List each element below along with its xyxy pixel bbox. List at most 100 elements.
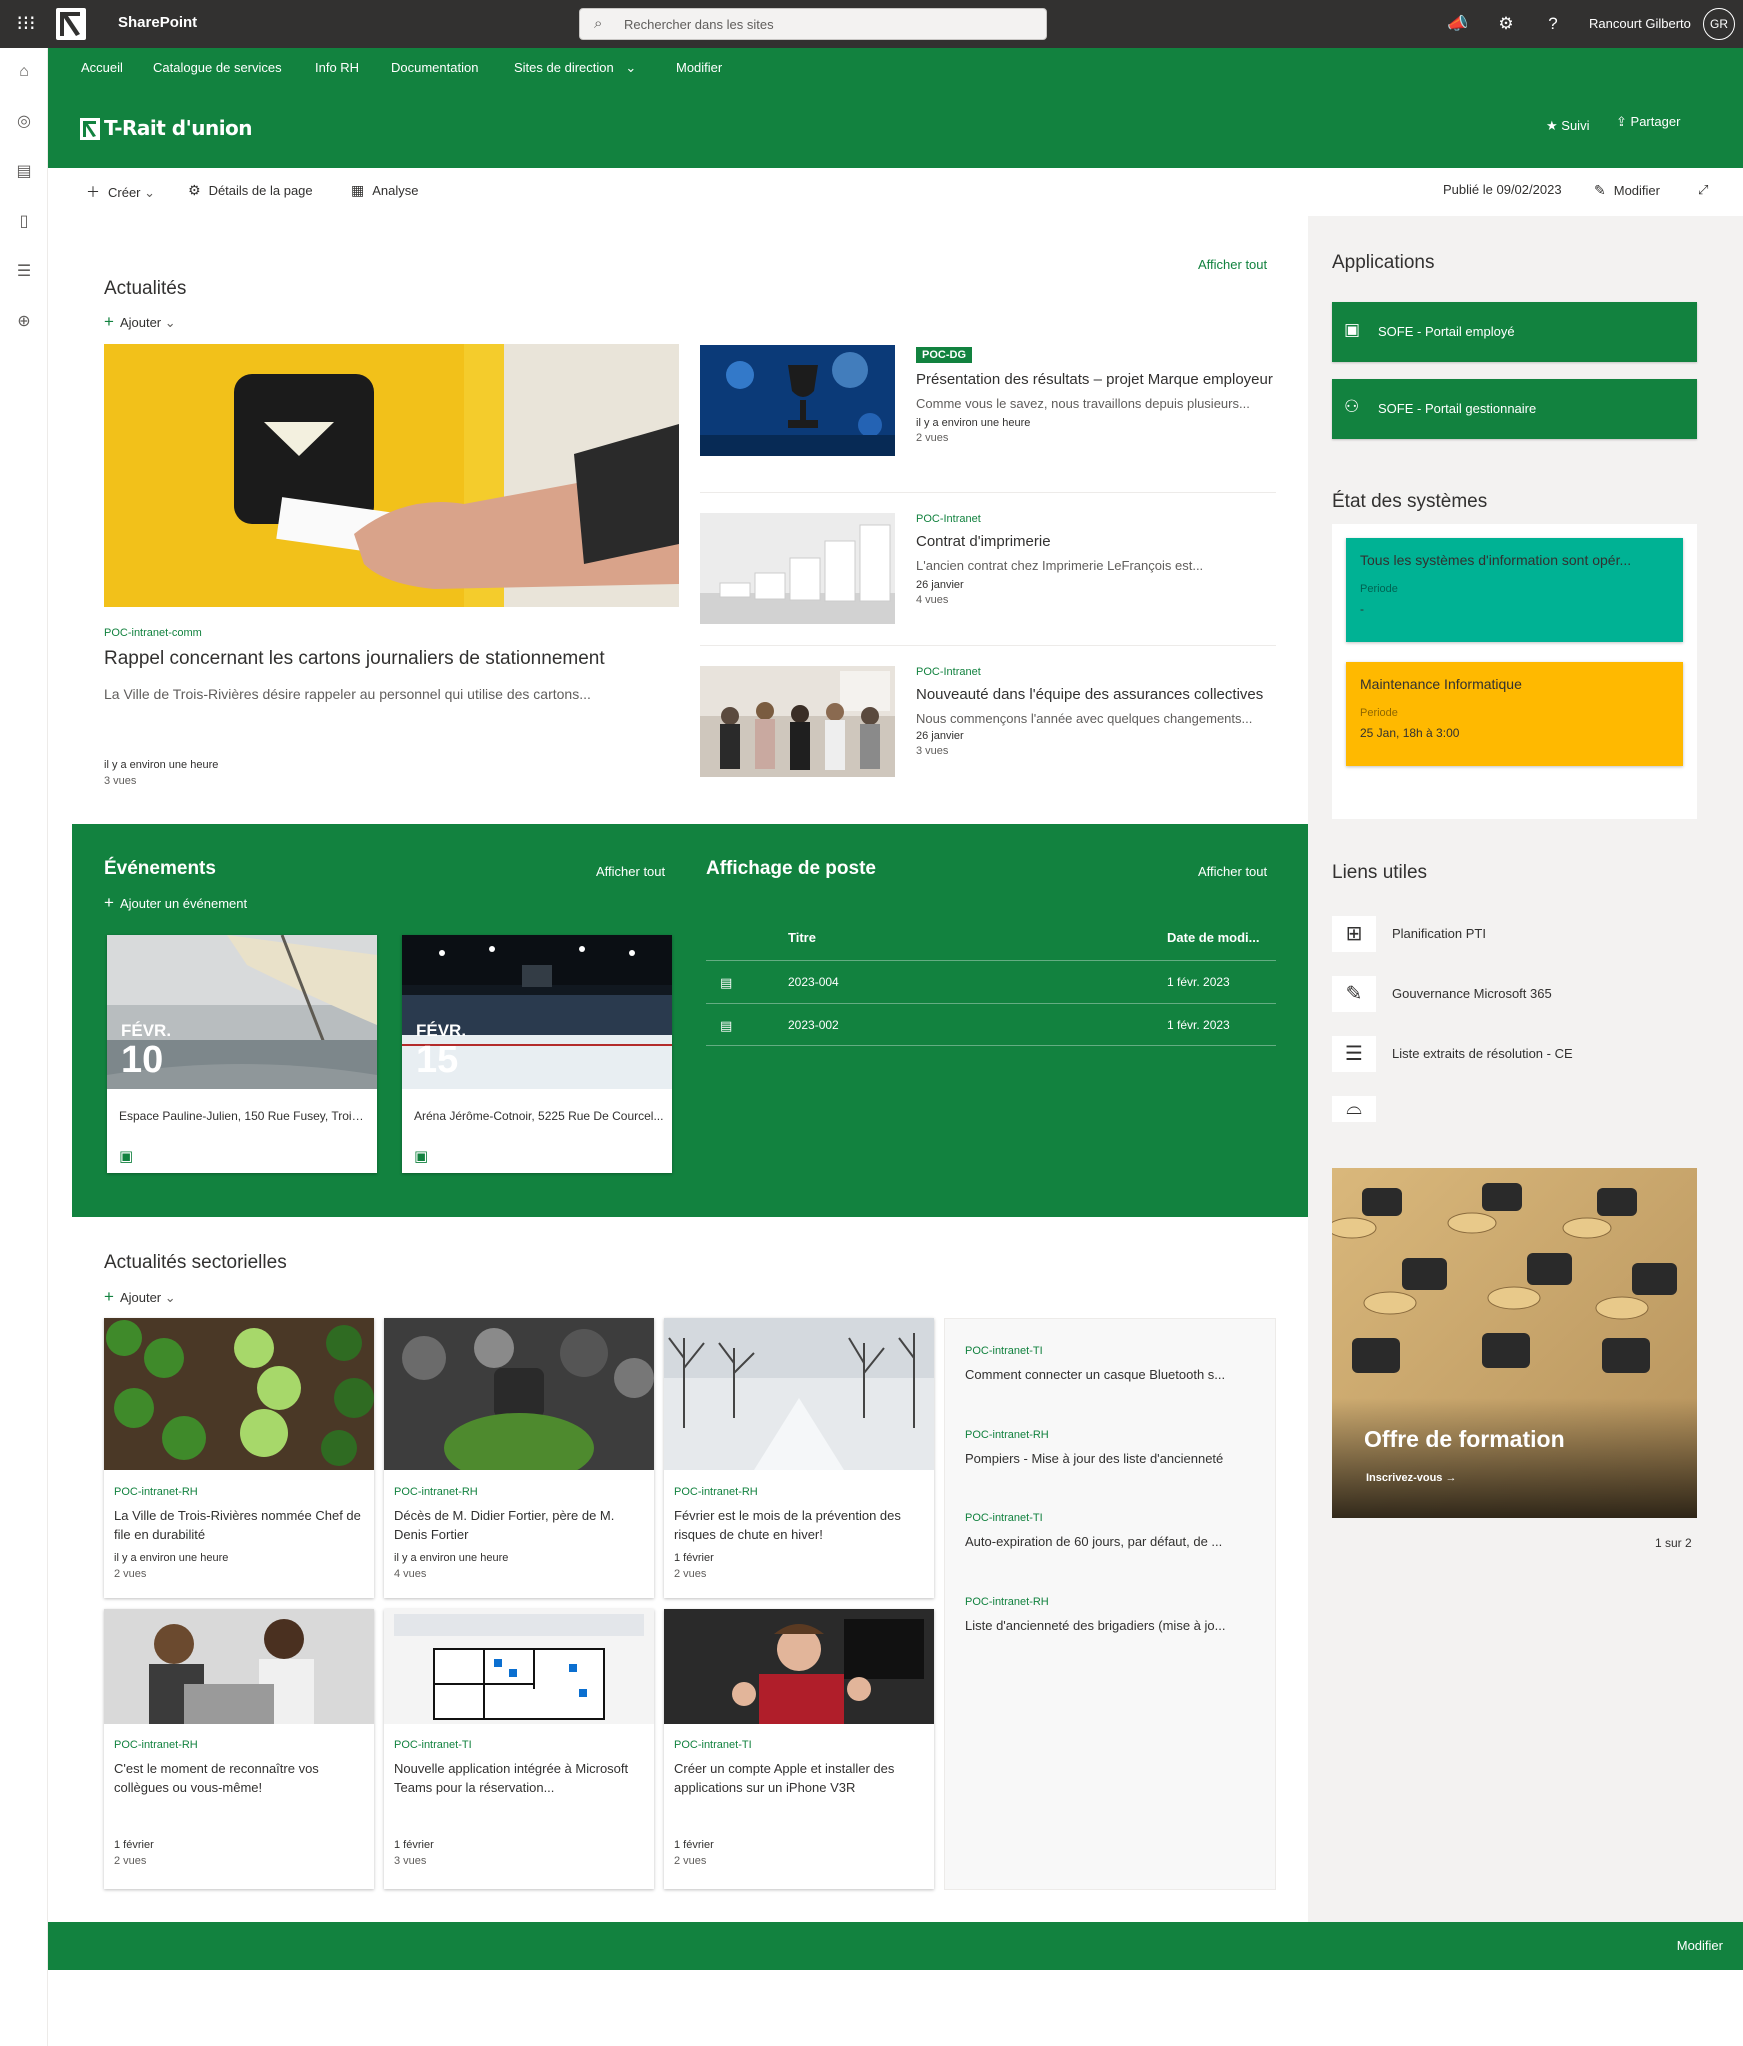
hero-news-title[interactable]: Rappel concernant les cartons journalier… (104, 648, 605, 670)
news-see-all-link[interactable]: Afficher tout (1198, 257, 1267, 272)
news-item-title[interactable]: Présentation des résultats – projet Marq… (916, 369, 1276, 390)
file-icon[interactable]: ▯ (12, 210, 36, 234)
news-title[interactable]: Créer un compte Apple et installer des a… (674, 1759, 926, 1797)
news-title[interactable]: Liste d'ancienneté des brigadiers (mise … (965, 1618, 1265, 1633)
megaphone-icon[interactable]: 📣 (1446, 12, 1470, 36)
links-title: Liens utiles (1332, 862, 1428, 883)
quick-link[interactable]: ✎ Gouvernance Microsoft 365 (1332, 972, 1697, 1016)
list-item[interactable]: POC-intranet-RH Pompiers - Mise à jour de… (965, 1429, 1265, 1466)
hero-news-image[interactable] (104, 344, 679, 607)
status-card[interactable]: Maintenance Informatique Periode 25 Jan,… (1346, 662, 1683, 766)
news-icon[interactable]: ▤ (12, 160, 36, 184)
nav-item-documentation[interactable]: Documentation (391, 60, 478, 75)
home-icon[interactable]: ⌂ (12, 60, 36, 84)
news-title[interactable]: Comment connecter un casque Bluetooth s.… (965, 1367, 1265, 1382)
globe-icon[interactable]: ◎ (12, 110, 36, 134)
site-logo[interactable] (80, 118, 100, 140)
promo-banner[interactable]: Offre de formation Inscrivez-vous → (1332, 1168, 1697, 1518)
add-event-button[interactable]: + Ajouter un événement (104, 893, 247, 913)
help-icon[interactable]: ? (1541, 12, 1565, 36)
job-title[interactable]: 2023-002 (788, 1018, 839, 1032)
status-card[interactable]: Tous les systèmes d'information sont opé… (1346, 538, 1683, 642)
quick-link[interactable]: ☰ Liste extraits de résolution - CE (1332, 1032, 1697, 1076)
sector-news-card[interactable]: POC-intranet-RH Février est le mois de l… (664, 1318, 934, 1598)
news-title[interactable]: La Ville de Trois-Rivières nommée Chef d… (114, 1506, 366, 1544)
column-header-date[interactable]: Date de modi... (1167, 930, 1259, 945)
table-row[interactable]: ▤ 2023-002 1 févr. 2023 (706, 1003, 1276, 1046)
search-box[interactable]: ⌕ Rechercher dans les sites (579, 8, 1047, 40)
avatar[interactable]: GR (1703, 8, 1735, 40)
create-button[interactable]: ＋ Créer ⌄ (86, 182, 155, 202)
news-title[interactable]: Pompiers - Mise à jour des liste d'ancie… (965, 1451, 1265, 1466)
news-item-title[interactable]: Nouveauté dans l'équipe des assurances c… (916, 684, 1276, 705)
pencil-icon: ✎ (1594, 182, 1606, 198)
nav-item-sites-direction[interactable]: Sites de direction ⌄ (514, 60, 636, 76)
news-tag: POC-intranet-TI (965, 1512, 1043, 1524)
job-title[interactable]: 2023-004 (788, 975, 839, 989)
table-row[interactable]: ▤ 2023-004 1 févr. 2023 (706, 960, 1276, 1003)
event-card[interactable]: FÉVR. 15 Aréna Jérôme-Cotnoir, 5225 Rue … (402, 935, 672, 1173)
promo-cta-link[interactable]: Inscrivez-vous → (1366, 1472, 1456, 1484)
news-item[interactable]: POC-DG Présentation des résultats – proj… (700, 345, 1276, 470)
page-details-button[interactable]: ⚙ Détails de la page (188, 182, 313, 199)
news-item[interactable]: POC-Intranet Contrat d'imprimerie L'anci… (700, 513, 1276, 638)
follow-button[interactable]: ★ Suivi (1546, 118, 1589, 134)
news-title[interactable]: C'est le moment de reconnaître vos collè… (114, 1759, 366, 1797)
news-thumbnail[interactable] (700, 666, 895, 777)
analytics-button[interactable]: ▦ Analyse (351, 182, 418, 199)
list-item[interactable]: POC-intranet-TI Auto-expiration de 60 jou… (965, 1512, 1265, 1549)
sector-news-card[interactable]: POC-intranet-RH Décès de M. Didier Forti… (384, 1318, 654, 1598)
nav-item-info-rh[interactable]: Info RH (315, 60, 359, 75)
command-bar: ＋ Créer ⌄ ⚙ Détails de la page ▦ Analyse Pu… (48, 168, 1743, 216)
news-title[interactable]: Décès de M. Didier Fortier, père de M. D… (394, 1506, 646, 1544)
sector-news-card[interactable]: POC-intranet-RH La Ville de Trois-Rivièr… (104, 1318, 374, 1598)
news-item-views: 2 vues (916, 432, 949, 444)
list-icon[interactable]: ☰ (12, 260, 36, 284)
sector-news-title: Actualités sectorielles (104, 1252, 287, 1273)
expand-icon[interactable]: ⤢ (1698, 182, 1708, 198)
status-text: Maintenance Informatique (1360, 676, 1522, 692)
nav-item-modifier[interactable]: Modifier (676, 60, 722, 75)
organization-logo[interactable] (56, 8, 86, 40)
quick-link[interactable]: ⊞ Planification PTI (1332, 912, 1697, 956)
event-card[interactable]: FÉVR. 10 Espace Pauline-Julien, 150 Rue … (107, 935, 377, 1173)
status-title: État des systèmes (1332, 491, 1488, 512)
news-item[interactable]: POC-Intranet Nouveauté dans l'équipe des… (700, 666, 1276, 791)
app-name[interactable]: SharePoint (118, 14, 197, 31)
events-see-all-link[interactable]: Afficher tout (596, 864, 665, 879)
site-title[interactable]: T-Rait d'union (104, 116, 253, 140)
share-button[interactable]: ⇪ Partager (1616, 114, 1680, 130)
news-thumbnail[interactable] (700, 513, 895, 624)
sector-news-card[interactable]: POC-intranet-RH C'est le moment de recon… (104, 1609, 374, 1889)
news-title[interactable]: Février est le mois de la prévention des… (674, 1506, 926, 1544)
sector-news-list: POC-intranet-TI Comment connecter un casq… (944, 1318, 1276, 1890)
nav-item-accueil[interactable]: Accueil (81, 60, 123, 75)
jobs-see-all-link[interactable]: Afficher tout (1198, 864, 1267, 879)
app-button-portail-employe[interactable]: ▣ SOFE - Portail employé (1332, 302, 1697, 362)
app-button-portail-gestionnaire[interactable]: ⚇ SOFE - Portail gestionnaire (1332, 379, 1697, 439)
published-date: Publié le 09/02/2023 (1443, 182, 1562, 197)
sector-add-button[interactable]: + Ajouter ⌄ (104, 1287, 176, 1307)
status-period-label: Periode (1360, 583, 1398, 595)
sector-news-card[interactable]: POC-intranet-TI Nouvelle application int… (384, 1609, 654, 1889)
footer-edit-link[interactable]: Modifier (1677, 1938, 1723, 1953)
event-day: 15 (416, 1039, 459, 1081)
sector-news-card[interactable]: POC-intranet-TI Créer un compte Apple et… (664, 1609, 934, 1889)
quick-link[interactable]: ⌓ (1332, 1092, 1697, 1122)
create-icon[interactable]: ⊕ (12, 310, 36, 334)
list-item[interactable]: POC-intranet-RH Liste d'ancienneté des br… (965, 1596, 1265, 1633)
news-title[interactable]: Nouvelle application intégrée à Microsof… (394, 1759, 646, 1797)
add-to-calendar-icon[interactable]: ▣ (119, 1147, 133, 1165)
news-add-button[interactable]: + Ajouter ⌄ (104, 312, 176, 332)
gear-icon[interactable]: ⚙ (1494, 12, 1518, 36)
news-thumbnail[interactable] (700, 345, 895, 456)
news-title[interactable]: Auto-expiration de 60 jours, par défaut,… (965, 1534, 1265, 1549)
edit-button[interactable]: ✎ Modifier (1594, 182, 1660, 199)
list-item[interactable]: POC-intranet-TI Comment connecter un casq… (965, 1345, 1265, 1382)
news-item-title[interactable]: Contrat d'imprimerie (916, 531, 1276, 552)
user-name[interactable]: Rancourt Gilberto (1589, 16, 1691, 31)
nav-item-catalogue[interactable]: Catalogue de services (153, 60, 282, 75)
app-launcher-icon[interactable]: ⁝⁝⁝ (14, 12, 38, 36)
add-to-calendar-icon[interactable]: ▣ (414, 1147, 428, 1165)
column-header-title[interactable]: Titre (788, 930, 816, 945)
